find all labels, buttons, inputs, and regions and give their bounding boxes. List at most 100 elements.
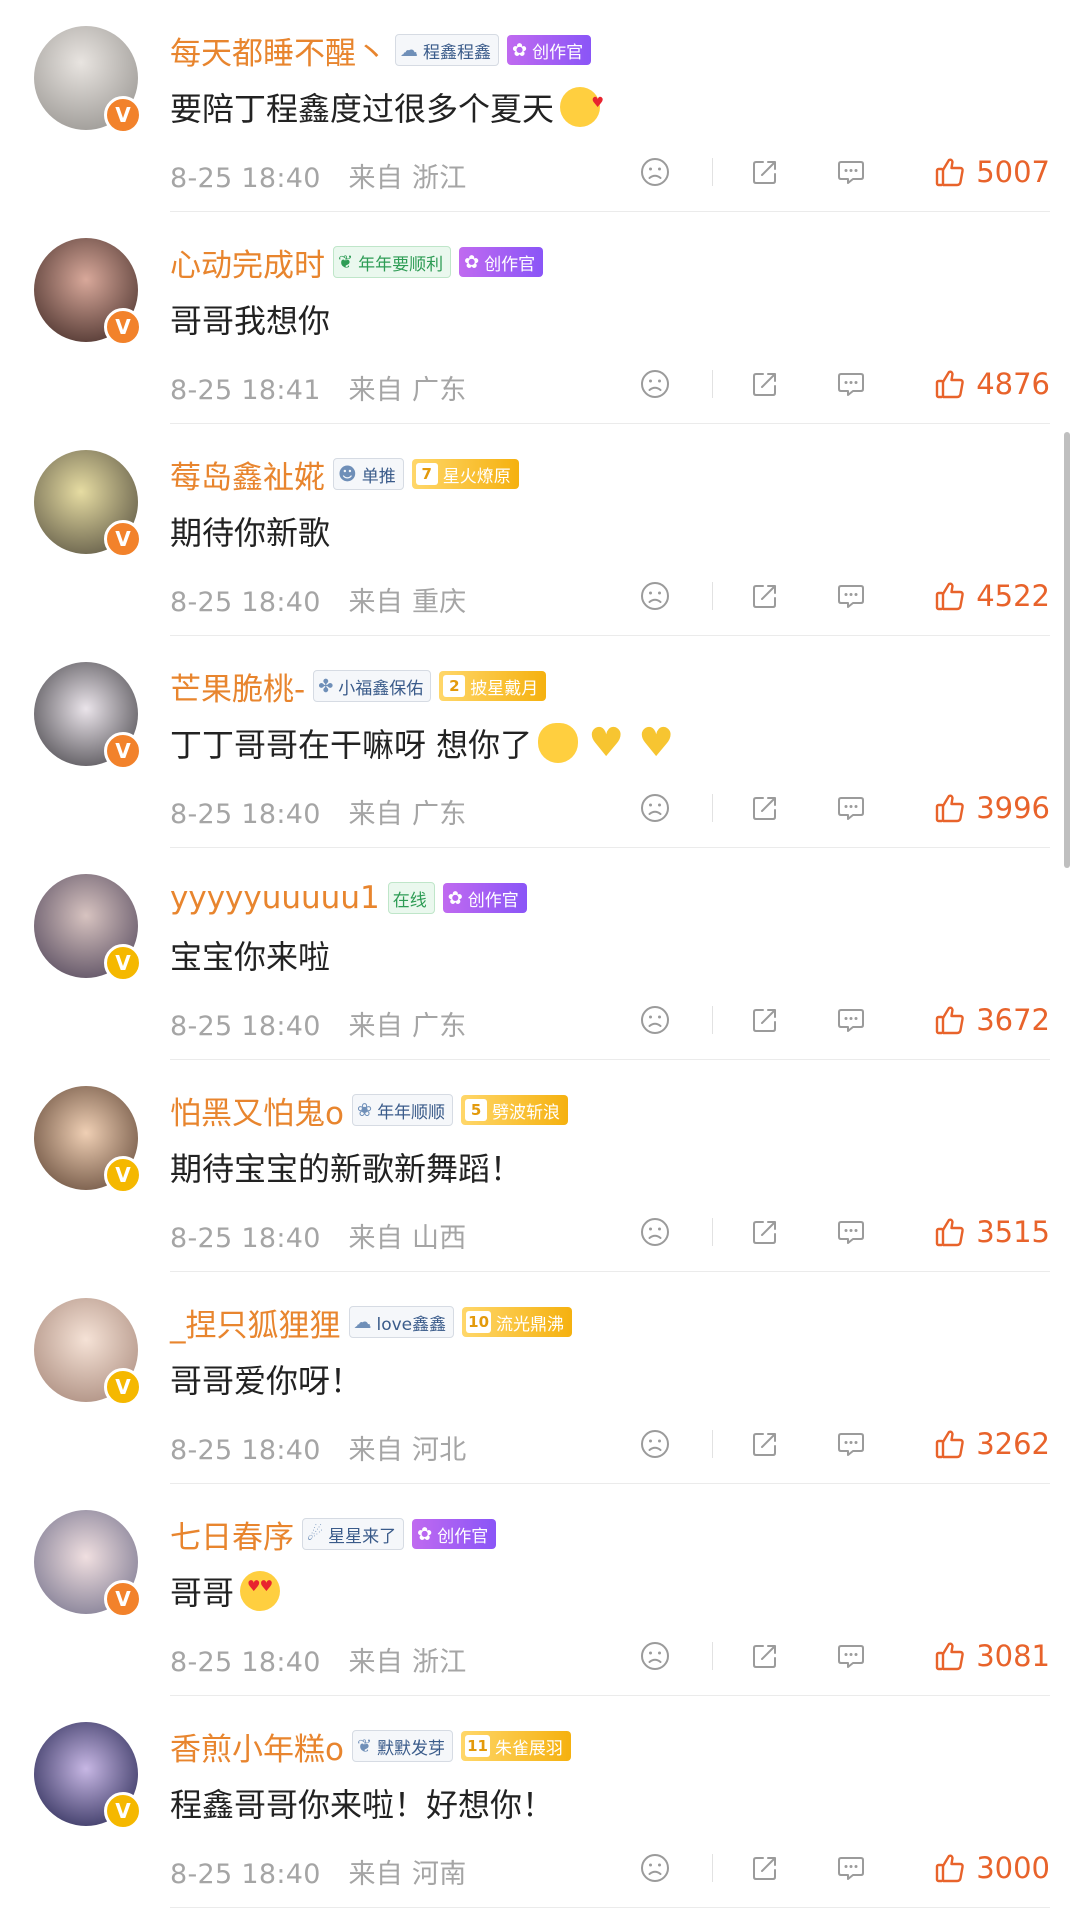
user-tag-label: 星火燎原	[442, 466, 511, 487]
share-button[interactable]	[750, 362, 780, 406]
reply-button[interactable]	[836, 362, 866, 406]
username[interactable]: 七日春序	[170, 1512, 294, 1557]
comment-actions: 5007	[640, 150, 1050, 194]
share-button[interactable]	[750, 1634, 780, 1678]
thumbs-up-icon	[935, 582, 964, 611]
like-button[interactable]: 3081	[934, 1634, 1050, 1678]
share-icon	[753, 1221, 776, 1244]
reply-button[interactable]	[836, 786, 866, 830]
verified-badge-icon: V	[104, 520, 142, 558]
comment-item: V yyyyyuuuuu1 在线 ✿ 创作官 宝宝你来啦 8-25 18:40 来自…	[0, 848, 1080, 1060]
user-tag[interactable]: ❦ 默默发芽	[351, 1730, 454, 1762]
reply-button[interactable]	[836, 1210, 866, 1254]
comment-text-content: 丁丁哥哥在干嘛呀 想你了	[170, 726, 533, 764]
like-button[interactable]: 5007	[934, 150, 1050, 194]
comment-icon	[838, 373, 864, 396]
thumbs-up-icon	[935, 1006, 964, 1035]
dislike-button[interactable]	[640, 786, 670, 830]
dislike-button[interactable]	[640, 998, 670, 1042]
user-tag[interactable]: 在线	[387, 882, 435, 914]
user-tag-label: 小福鑫保佑	[338, 678, 424, 699]
comment-item: V 心动完成时 ❦ 年年要顺利 ✿ 创作官 哥哥我想你 8-25 18:41 来自 广…	[0, 212, 1080, 424]
username[interactable]: yyyyyuuuuu1	[170, 880, 380, 916]
comment-item: V 莓岛鑫祉婲 ☻ 单推 7 星火燎原 期待你新歌 8-25 18:40 来自 重庆	[0, 424, 1080, 636]
user-tag[interactable]: ❀ 年年顺顺	[351, 1094, 454, 1126]
user-tag[interactable]: ✿ 创作官	[507, 35, 592, 65]
comment-icon	[838, 1857, 864, 1880]
reply-button[interactable]	[836, 150, 866, 194]
reply-button[interactable]	[836, 998, 866, 1042]
share-button[interactable]	[750, 1422, 780, 1466]
like-button[interactable]: 3672	[934, 998, 1050, 1042]
sad-face-icon	[641, 1006, 669, 1034]
like-button[interactable]: 4522	[934, 574, 1050, 618]
user-tag[interactable]: 5 劈波斩浪	[461, 1095, 569, 1125]
comment-header: 香煎小年糕o ❦ 默默发芽 11 朱雀展羽	[170, 1722, 571, 1770]
comment-item: V _捏只狐狸狸 ☁ love鑫鑫 10 流光鼎沸 哥哥爱你呀！ 8-25 18:40…	[0, 1272, 1080, 1484]
cloud-icon: ☁	[353, 1311, 372, 1333]
comment-from-label: 来自	[348, 1223, 404, 1254]
level-badge-icon: 10	[466, 1311, 492, 1333]
creator-icon: ✿	[464, 251, 480, 273]
dislike-button[interactable]	[640, 362, 670, 406]
user-tag-label: 年年要顺利	[358, 254, 444, 275]
reply-button[interactable]	[836, 1846, 866, 1890]
user-tag[interactable]: 7 星火燎原	[411, 459, 519, 489]
user-tag[interactable]: ✤ 小福鑫保佑	[313, 670, 432, 702]
reply-button[interactable]	[836, 1422, 866, 1466]
user-tag[interactable]: ☁ 程鑫程鑫	[395, 34, 499, 66]
share-button[interactable]	[750, 786, 780, 830]
comment-location: 河北	[411, 1435, 467, 1466]
share-button[interactable]	[750, 1846, 780, 1890]
like-button[interactable]: 4876	[934, 362, 1050, 406]
sad-face-icon	[641, 158, 669, 186]
user-tag[interactable]: 2 披星戴月	[439, 671, 547, 701]
user-tag-label: 朱雀展羽	[494, 1738, 563, 1759]
user-tag[interactable]: ☻ 单推	[333, 458, 404, 490]
like-button[interactable]: 3515	[934, 1210, 1050, 1254]
user-tag[interactable]: ☄ 星星来了	[302, 1518, 405, 1550]
username[interactable]: 香煎小年糕o	[170, 1724, 344, 1769]
reply-button[interactable]	[836, 574, 866, 618]
username[interactable]: 怕黑又怕鬼o	[170, 1088, 344, 1133]
share-button[interactable]	[750, 150, 780, 194]
dislike-button[interactable]	[640, 574, 670, 618]
share-icon	[753, 1009, 776, 1032]
reply-button[interactable]	[836, 1634, 866, 1678]
comment-feed: V 每天都睡不醒丶 ☁程鑫程鑫✿创作官 要陪丁程鑫度过很多个夏天 8-25 18…	[0, 0, 1080, 1926]
user-tag[interactable]: ❦ 年年要顺利	[333, 246, 452, 278]
scrollbar[interactable]	[1064, 432, 1070, 868]
username[interactable]: 莓岛鑫祉婲	[170, 452, 325, 497]
username[interactable]: 心动完成时	[170, 240, 325, 285]
like-button[interactable]: 3000	[934, 1846, 1050, 1890]
dislike-button[interactable]	[640, 1210, 670, 1254]
dislike-button[interactable]	[640, 1634, 670, 1678]
username[interactable]: _捏只狐狸狸	[170, 1300, 341, 1345]
username[interactable]: 每天都睡不醒丶	[170, 28, 387, 73]
comment-text-content: 程鑫哥哥你来啦！好想你！	[170, 1786, 555, 1824]
user-tag[interactable]: 10 流光鼎沸	[462, 1307, 573, 1337]
share-button[interactable]	[750, 998, 780, 1042]
comment-meta: 8-25 18:40 来自 广东	[170, 1004, 467, 1043]
like-button[interactable]: 3262	[934, 1422, 1050, 1466]
user-tag[interactable]: ✿ 创作官	[442, 883, 527, 913]
like-count: 4876	[976, 367, 1050, 401]
comment-meta: 8-25 18:40 来自 河南	[170, 1852, 467, 1891]
dislike-button[interactable]	[640, 150, 670, 194]
user-tag[interactable]: ✿ 创作官	[459, 247, 544, 277]
share-button[interactable]	[750, 1210, 780, 1254]
like-button[interactable]: 3996	[934, 786, 1050, 830]
verified-badge-icon: V	[104, 1792, 142, 1830]
user-tag[interactable]: 11 朱雀展羽	[461, 1731, 571, 1761]
share-icon	[753, 161, 776, 184]
dislike-button[interactable]	[640, 1846, 670, 1890]
user-tag[interactable]: ☁ love鑫鑫	[348, 1306, 455, 1338]
comment-location: 重庆	[411, 587, 467, 618]
comment-text-content: 哥哥爱你呀！	[170, 1362, 363, 1400]
user-tag[interactable]: ✿ 创作官	[412, 1519, 497, 1549]
sprout-icon: ❦	[356, 1735, 373, 1757]
username[interactable]: 芒果脆桃-	[170, 664, 305, 709]
comment-header: 每天都睡不醒丶 ☁ 程鑫程鑫 ✿ 创作官	[170, 26, 592, 74]
dislike-button[interactable]	[640, 1422, 670, 1466]
share-button[interactable]	[750, 574, 780, 618]
